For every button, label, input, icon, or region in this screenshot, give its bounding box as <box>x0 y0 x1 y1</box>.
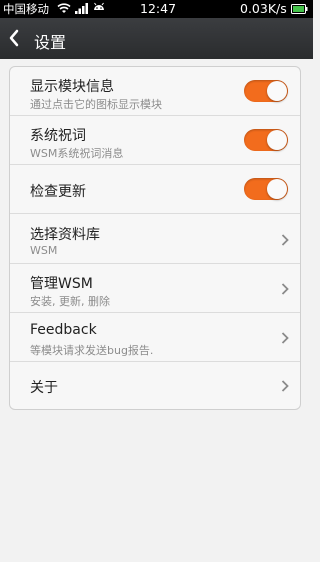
chevron-right-icon <box>281 332 289 344</box>
setting-row-feedback[interactable]: Feedback 等模块请求发送bug报告. <box>10 313 300 362</box>
setting-label: 检查更新 <box>30 184 86 200</box>
battery-icon <box>291 4 308 14</box>
setting-label: 显示模块信息 <box>30 79 114 95</box>
setting-label: 系统祝词 <box>30 128 86 144</box>
show-module-info-toggle[interactable] <box>244 80 288 102</box>
chevron-right-icon <box>281 380 289 392</box>
wifi-icon <box>57 3 71 13</box>
back-chevron-icon[interactable] <box>8 29 20 47</box>
android-icon <box>94 2 105 10</box>
chevron-right-icon <box>281 283 289 295</box>
setting-subtitle: 安装, 更新, 删除 <box>30 295 110 308</box>
settings-card: 显示模块信息 通过点击它的图标显示模块 系统祝词 WSM系统祝词消息 检查更新 … <box>9 66 301 410</box>
setting-label: Feedback <box>30 322 97 338</box>
toggle-knob <box>267 130 287 150</box>
setting-row-select-repository[interactable]: 选择资料库 WSM <box>10 214 300 264</box>
setting-subtitle: WSM系统祝词消息 <box>30 147 124 160</box>
setting-row-system-greeting[interactable]: 系统祝词 WSM系统祝词消息 <box>10 116 300 165</box>
setting-row-show-module-info[interactable]: 显示模块信息 通过点击它的图标显示模块 <box>10 67 300 116</box>
page-title: 设置 <box>34 33 67 52</box>
status-bar: 中国移动 12:47 0.03K/s <box>0 0 313 18</box>
setting-row-manage-wsm[interactable]: 管理WSM 安装, 更新, 删除 <box>10 264 300 313</box>
setting-subtitle: 通过点击它的图标显示模块 <box>30 98 162 111</box>
chevron-right-icon <box>281 234 289 246</box>
toggle-knob <box>267 81 287 101</box>
net-speed: 0.03K/s <box>240 1 287 16</box>
setting-label: 关于 <box>30 380 58 396</box>
toggle-knob <box>267 179 287 199</box>
setting-subtitle: 等模块请求发送bug报告. <box>30 344 154 357</box>
check-updates-toggle[interactable] <box>244 178 288 200</box>
system-greeting-toggle[interactable] <box>244 129 288 151</box>
signal-icon <box>74 3 88 14</box>
setting-label: 选择资料库 <box>30 227 100 243</box>
setting-subtitle: WSM <box>30 244 58 257</box>
setting-label: 管理WSM <box>30 276 93 292</box>
carrier-name: 中国移动 <box>3 2 49 16</box>
action-bar: 设置 <box>0 18 313 59</box>
status-time: 12:47 <box>140 1 177 16</box>
setting-row-check-updates[interactable]: 检查更新 <box>10 165 300 214</box>
setting-row-about[interactable]: 关于 <box>10 362 300 409</box>
